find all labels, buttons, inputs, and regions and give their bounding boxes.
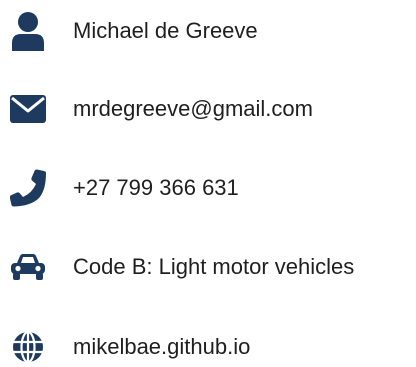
contact-row-email[interactable]: mrdegreeve@gmail.com — [0, 84, 416, 134]
name-text: Michael de Greeve — [73, 18, 258, 43]
envelope-icon — [5, 89, 51, 129]
contact-row-name: Michael de Greeve — [0, 6, 416, 56]
user-icon — [5, 11, 51, 51]
globe-icon — [5, 327, 51, 367]
license-text: Code B: Light motor vehicles — [73, 254, 355, 279]
contact-row-website[interactable]: mikelbae.github.io — [0, 322, 416, 367]
contact-row-phone[interactable]: +27 799 366 631 — [0, 163, 416, 213]
contact-row-license: Code B: Light motor vehicles — [0, 242, 416, 292]
contact-list: Michael de Greeve mrdegreeve@gmail.com +… — [0, 0, 416, 367]
email-link[interactable]: mrdegreeve@gmail.com — [73, 84, 313, 134]
website-link[interactable]: mikelbae.github.io — [73, 322, 250, 367]
phone-link[interactable]: +27 799 366 631 — [73, 163, 239, 213]
car-icon — [5, 247, 51, 287]
phone-icon — [5, 168, 51, 208]
